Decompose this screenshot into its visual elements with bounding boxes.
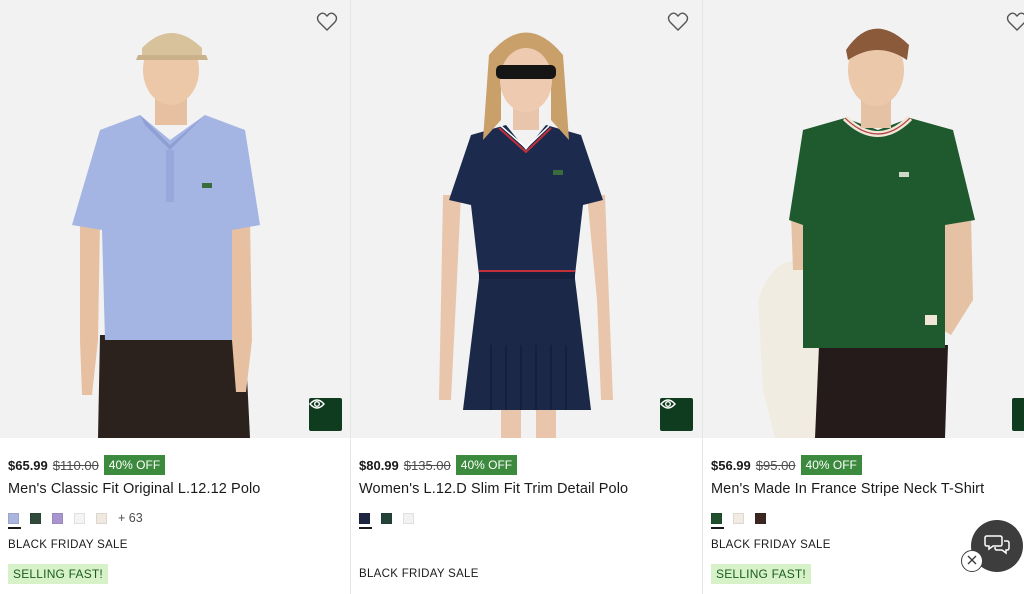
color-swatch[interactable] xyxy=(8,512,21,529)
color-swatch[interactable] xyxy=(30,512,41,524)
promo-label: BLACK FRIDAY SALE xyxy=(8,539,128,551)
chat-close-button[interactable] xyxy=(961,550,983,572)
color-swatch[interactable] xyxy=(403,512,414,524)
selling-fast-badge: SELLING FAST! xyxy=(711,564,811,584)
product-card[interactable]: $80.99 $135.00 40% OFF Women's L.12.D Sl… xyxy=(351,0,702,594)
color-swatch[interactable] xyxy=(755,512,766,524)
more-colors-link[interactable]: + 63 xyxy=(118,511,143,525)
product-image[interactable] xyxy=(0,0,350,438)
chat-bubbles-icon xyxy=(984,533,1010,560)
product-info: $56.99 $95.00 40% OFF Men's Made In Fran… xyxy=(711,454,1018,584)
color-swatch[interactable] xyxy=(52,512,63,524)
product-name[interactable]: Men's Made In France Stripe Neck T-Shirt xyxy=(711,481,1018,497)
wishlist-heart-icon[interactable] xyxy=(667,12,689,32)
price-row: $56.99 $95.00 40% OFF xyxy=(711,454,1018,476)
product-card[interactable]: $65.99 $110.00 40% OFF Men's Classic Fit… xyxy=(0,0,350,594)
wishlist-heart-icon[interactable] xyxy=(316,12,338,32)
product-info: $80.99 $135.00 40% OFF Women's L.12.D Sl… xyxy=(359,454,696,580)
product-name[interactable]: Women's L.12.D Slim Fit Trim Detail Polo xyxy=(359,481,696,497)
sale-price: $56.99 xyxy=(711,457,751,473)
original-price: $95.00 xyxy=(755,457,796,473)
original-price: $135.00 xyxy=(403,457,451,473)
product-grid: $65.99 $110.00 40% OFF Men's Classic Fit… xyxy=(0,0,1024,594)
product-info: $65.99 $110.00 40% OFF Men's Classic Fit… xyxy=(8,454,344,584)
color-swatch[interactable] xyxy=(96,512,107,524)
price-row: $80.99 $135.00 40% OFF xyxy=(359,454,696,476)
product-name[interactable]: Men's Classic Fit Original L.12.12 Polo xyxy=(8,481,344,497)
discount-badge: 40% OFF xyxy=(103,455,166,475)
price-row: $65.99 $110.00 40% OFF xyxy=(8,454,344,476)
color-swatches xyxy=(359,509,696,529)
original-price: $110.00 xyxy=(52,457,99,473)
product-image[interactable] xyxy=(703,0,1024,438)
discount-badge: 40% OFF xyxy=(800,455,862,475)
promo-label: BLACK FRIDAY SALE xyxy=(359,568,479,580)
color-swatches xyxy=(711,509,1018,529)
product-card[interactable]: $56.99 $95.00 40% OFF Men's Made In Fran… xyxy=(703,0,1024,594)
product-photo-men-tshirt xyxy=(703,0,1024,438)
product-photo-men-polo xyxy=(0,0,350,438)
color-swatches: + 63 xyxy=(8,509,344,529)
discount-badge: 40% OFF xyxy=(455,455,518,475)
wishlist-heart-icon[interactable] xyxy=(1006,12,1024,32)
quick-view-eye-icon[interactable] xyxy=(1012,398,1024,431)
quick-view-eye-icon[interactable] xyxy=(660,398,693,431)
color-swatch[interactable] xyxy=(733,512,744,524)
color-swatch[interactable] xyxy=(359,512,372,529)
sale-price: $65.99 xyxy=(8,457,48,473)
product-image[interactable] xyxy=(351,0,702,438)
product-photo-women-polo-dress xyxy=(351,0,702,438)
color-swatch[interactable] xyxy=(711,512,724,529)
quick-view-eye-icon[interactable] xyxy=(309,398,342,431)
color-swatch[interactable] xyxy=(381,512,392,524)
promo-label: BLACK FRIDAY SALE xyxy=(711,539,831,551)
color-swatch[interactable] xyxy=(74,512,85,524)
close-icon xyxy=(967,552,977,570)
sale-price: $80.99 xyxy=(359,457,399,473)
selling-fast-badge: SELLING FAST! xyxy=(8,564,108,584)
